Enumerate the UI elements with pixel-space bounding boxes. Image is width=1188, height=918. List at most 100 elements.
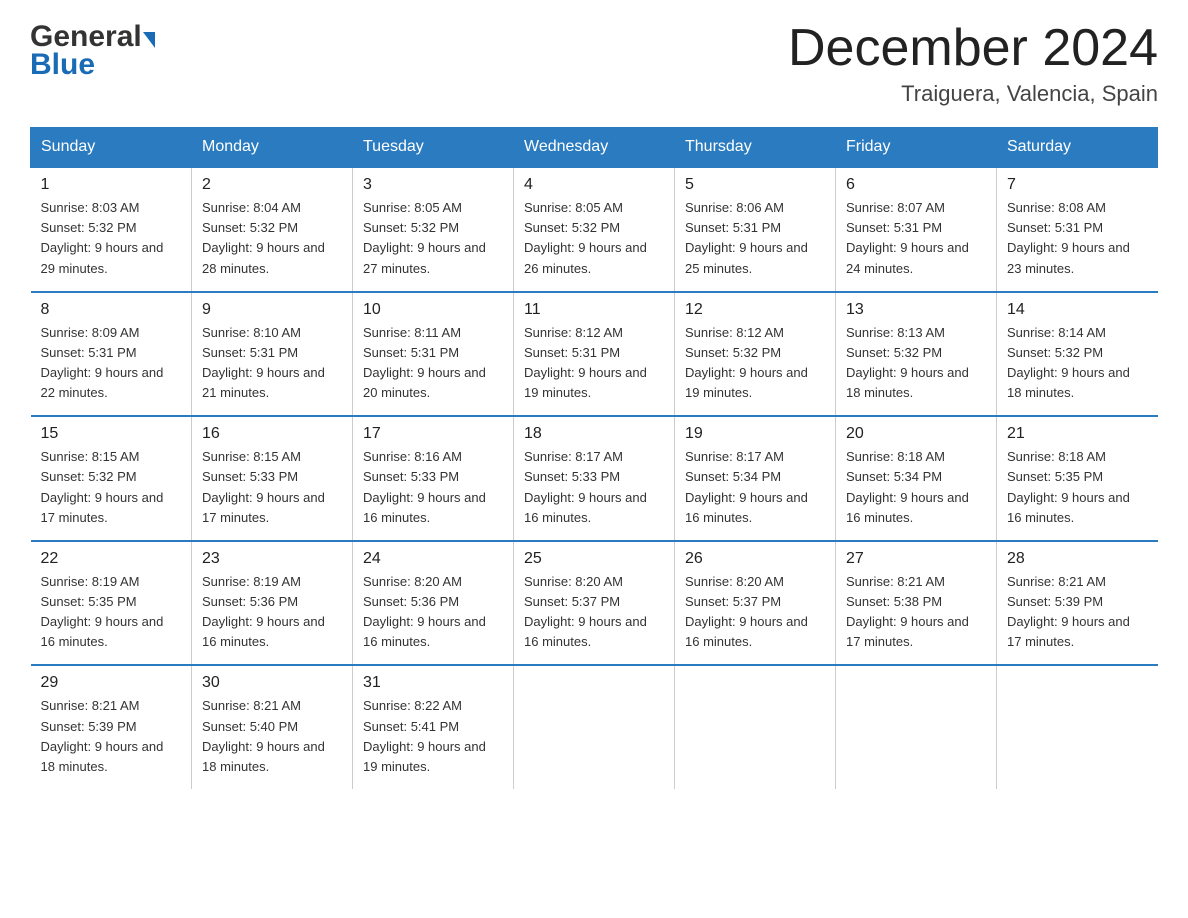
calendar-cell: 24 Sunrise: 8:20 AMSunset: 5:36 PMDaylig… (353, 541, 514, 666)
calendar-cell: 17 Sunrise: 8:16 AMSunset: 5:33 PMDaylig… (353, 416, 514, 541)
day-number: 23 (202, 550, 342, 568)
day-number: 20 (846, 425, 986, 443)
calendar-cell: 3 Sunrise: 8:05 AMSunset: 5:32 PMDayligh… (353, 167, 514, 292)
day-number: 30 (202, 674, 342, 692)
location-title: Traiguera, Valencia, Spain (788, 81, 1158, 107)
calendar-cell: 15 Sunrise: 8:15 AMSunset: 5:32 PMDaylig… (31, 416, 192, 541)
weekday-header-tuesday: Tuesday (353, 128, 514, 168)
day-info: Sunrise: 8:14 AMSunset: 5:32 PMDaylight:… (1007, 325, 1130, 400)
day-info: Sunrise: 8:05 AMSunset: 5:32 PMDaylight:… (363, 200, 486, 275)
day-number: 2 (202, 176, 342, 194)
calendar-cell: 27 Sunrise: 8:21 AMSunset: 5:38 PMDaylig… (836, 541, 997, 666)
day-info: Sunrise: 8:15 AMSunset: 5:32 PMDaylight:… (41, 449, 164, 524)
calendar-cell: 1 Sunrise: 8:03 AMSunset: 5:32 PMDayligh… (31, 167, 192, 292)
calendar-cell: 9 Sunrise: 8:10 AMSunset: 5:31 PMDayligh… (192, 292, 353, 417)
day-number: 8 (41, 301, 182, 319)
day-info: Sunrise: 8:18 AMSunset: 5:34 PMDaylight:… (846, 449, 969, 524)
month-title: December 2024 (788, 20, 1158, 77)
day-number: 25 (524, 550, 664, 568)
day-info: Sunrise: 8:21 AMSunset: 5:40 PMDaylight:… (202, 698, 325, 773)
day-number: 12 (685, 301, 825, 319)
day-info: Sunrise: 8:11 AMSunset: 5:31 PMDaylight:… (363, 325, 486, 400)
calendar-cell: 4 Sunrise: 8:05 AMSunset: 5:32 PMDayligh… (514, 167, 675, 292)
day-info: Sunrise: 8:21 AMSunset: 5:38 PMDaylight:… (846, 574, 969, 649)
calendar-cell: 28 Sunrise: 8:21 AMSunset: 5:39 PMDaylig… (997, 541, 1158, 666)
calendar-cell (997, 665, 1158, 789)
day-number: 11 (524, 301, 664, 319)
day-number: 22 (41, 550, 182, 568)
day-info: Sunrise: 8:10 AMSunset: 5:31 PMDaylight:… (202, 325, 325, 400)
calendar-cell (836, 665, 997, 789)
weekday-header-friday: Friday (836, 128, 997, 168)
calendar-cell: 22 Sunrise: 8:19 AMSunset: 5:35 PMDaylig… (31, 541, 192, 666)
calendar-cell (675, 665, 836, 789)
calendar-week-3: 15 Sunrise: 8:15 AMSunset: 5:32 PMDaylig… (31, 416, 1158, 541)
calendar-cell: 16 Sunrise: 8:15 AMSunset: 5:33 PMDaylig… (192, 416, 353, 541)
day-info: Sunrise: 8:20 AMSunset: 5:36 PMDaylight:… (363, 574, 486, 649)
day-number: 9 (202, 301, 342, 319)
day-number: 19 (685, 425, 825, 443)
day-number: 26 (685, 550, 825, 568)
weekday-header-wednesday: Wednesday (514, 128, 675, 168)
day-info: Sunrise: 8:08 AMSunset: 5:31 PMDaylight:… (1007, 200, 1130, 275)
day-number: 31 (363, 674, 503, 692)
day-info: Sunrise: 8:19 AMSunset: 5:36 PMDaylight:… (202, 574, 325, 649)
day-number: 18 (524, 425, 664, 443)
day-info: Sunrise: 8:21 AMSunset: 5:39 PMDaylight:… (1007, 574, 1130, 649)
day-number: 16 (202, 425, 342, 443)
calendar-cell: 18 Sunrise: 8:17 AMSunset: 5:33 PMDaylig… (514, 416, 675, 541)
day-number: 3 (363, 176, 503, 194)
logo-triangle-icon (143, 32, 155, 48)
day-number: 5 (685, 176, 825, 194)
day-number: 17 (363, 425, 503, 443)
day-info: Sunrise: 8:17 AMSunset: 5:33 PMDaylight:… (524, 449, 647, 524)
day-info: Sunrise: 8:19 AMSunset: 5:35 PMDaylight:… (41, 574, 164, 649)
day-info: Sunrise: 8:12 AMSunset: 5:31 PMDaylight:… (524, 325, 647, 400)
calendar-cell: 11 Sunrise: 8:12 AMSunset: 5:31 PMDaylig… (514, 292, 675, 417)
title-block: December 2024 Traiguera, Valencia, Spain (788, 20, 1158, 107)
day-info: Sunrise: 8:05 AMSunset: 5:32 PMDaylight:… (524, 200, 647, 275)
day-info: Sunrise: 8:06 AMSunset: 5:31 PMDaylight:… (685, 200, 808, 275)
calendar-cell: 29 Sunrise: 8:21 AMSunset: 5:39 PMDaylig… (31, 665, 192, 789)
day-info: Sunrise: 8:18 AMSunset: 5:35 PMDaylight:… (1007, 449, 1130, 524)
weekday-header-thursday: Thursday (675, 128, 836, 168)
day-number: 6 (846, 176, 986, 194)
day-info: Sunrise: 8:13 AMSunset: 5:32 PMDaylight:… (846, 325, 969, 400)
calendar-header: SundayMondayTuesdayWednesdayThursdayFrid… (31, 128, 1158, 168)
day-number: 14 (1007, 301, 1148, 319)
logo-blue-text: Blue (30, 48, 95, 82)
calendar-cell: 25 Sunrise: 8:20 AMSunset: 5:37 PMDaylig… (514, 541, 675, 666)
day-number: 21 (1007, 425, 1148, 443)
day-number: 29 (41, 674, 182, 692)
calendar-table: SundayMondayTuesdayWednesdayThursdayFrid… (30, 127, 1158, 789)
day-number: 15 (41, 425, 182, 443)
day-info: Sunrise: 8:21 AMSunset: 5:39 PMDaylight:… (41, 698, 164, 773)
day-info: Sunrise: 8:17 AMSunset: 5:34 PMDaylight:… (685, 449, 808, 524)
calendar-cell: 30 Sunrise: 8:21 AMSunset: 5:40 PMDaylig… (192, 665, 353, 789)
calendar-cell: 12 Sunrise: 8:12 AMSunset: 5:32 PMDaylig… (675, 292, 836, 417)
calendar-cell: 31 Sunrise: 8:22 AMSunset: 5:41 PMDaylig… (353, 665, 514, 789)
calendar-cell: 21 Sunrise: 8:18 AMSunset: 5:35 PMDaylig… (997, 416, 1158, 541)
day-number: 10 (363, 301, 503, 319)
calendar-cell (514, 665, 675, 789)
calendar-cell: 13 Sunrise: 8:13 AMSunset: 5:32 PMDaylig… (836, 292, 997, 417)
day-number: 13 (846, 301, 986, 319)
day-info: Sunrise: 8:20 AMSunset: 5:37 PMDaylight:… (524, 574, 647, 649)
day-info: Sunrise: 8:12 AMSunset: 5:32 PMDaylight:… (685, 325, 808, 400)
day-number: 24 (363, 550, 503, 568)
header-row: SundayMondayTuesdayWednesdayThursdayFrid… (31, 128, 1158, 168)
day-info: Sunrise: 8:04 AMSunset: 5:32 PMDaylight:… (202, 200, 325, 275)
calendar-cell: 5 Sunrise: 8:06 AMSunset: 5:31 PMDayligh… (675, 167, 836, 292)
page-header: General Blue December 2024 Traiguera, Va… (30, 20, 1158, 107)
day-info: Sunrise: 8:22 AMSunset: 5:41 PMDaylight:… (363, 698, 486, 773)
day-number: 1 (41, 176, 182, 194)
calendar-week-1: 1 Sunrise: 8:03 AMSunset: 5:32 PMDayligh… (31, 167, 1158, 292)
calendar-cell: 26 Sunrise: 8:20 AMSunset: 5:37 PMDaylig… (675, 541, 836, 666)
weekday-header-monday: Monday (192, 128, 353, 168)
calendar-body: 1 Sunrise: 8:03 AMSunset: 5:32 PMDayligh… (31, 167, 1158, 789)
calendar-cell: 8 Sunrise: 8:09 AMSunset: 5:31 PMDayligh… (31, 292, 192, 417)
weekday-header-sunday: Sunday (31, 128, 192, 168)
calendar-cell: 6 Sunrise: 8:07 AMSunset: 5:31 PMDayligh… (836, 167, 997, 292)
calendar-cell: 23 Sunrise: 8:19 AMSunset: 5:36 PMDaylig… (192, 541, 353, 666)
day-info: Sunrise: 8:16 AMSunset: 5:33 PMDaylight:… (363, 449, 486, 524)
